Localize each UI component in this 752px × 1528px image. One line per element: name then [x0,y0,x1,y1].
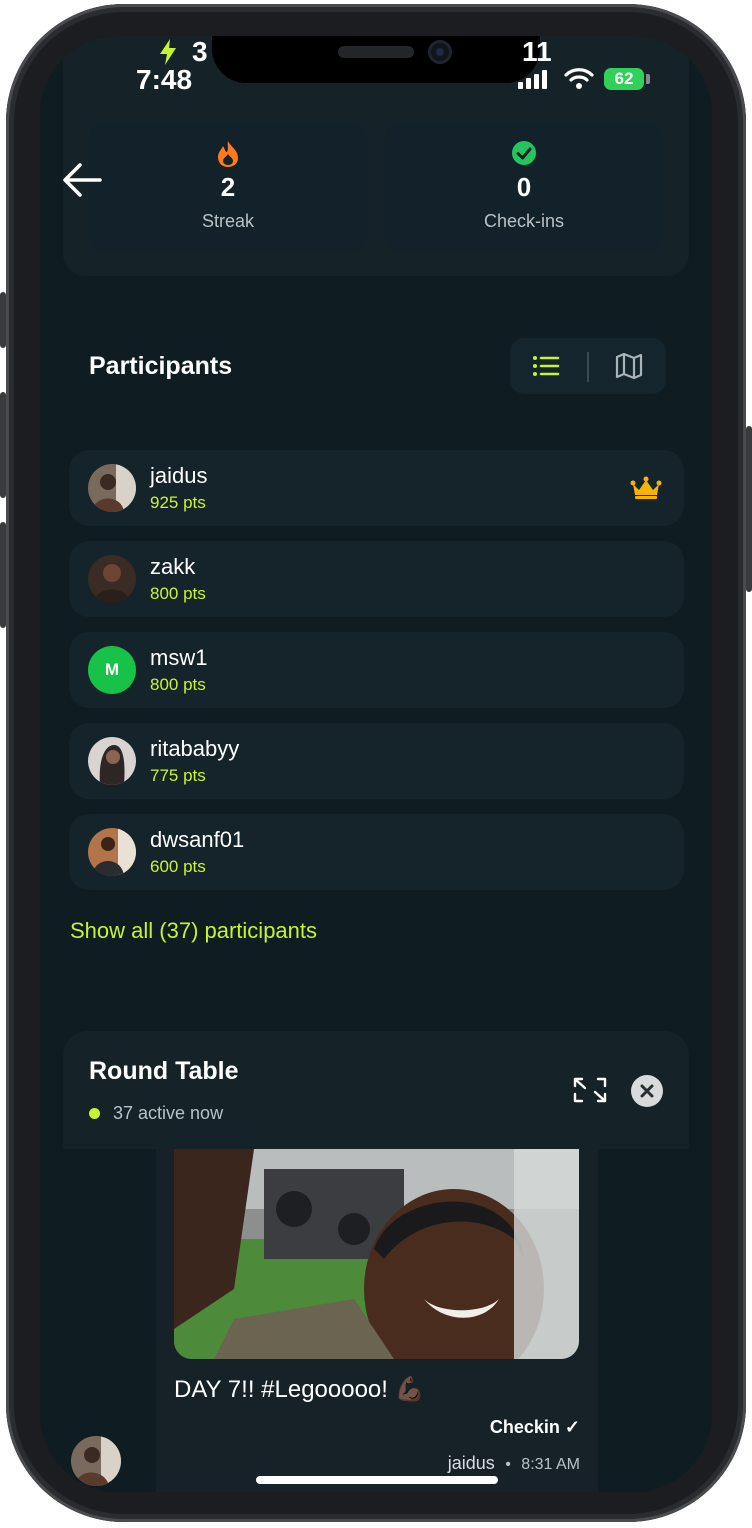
message-author[interactable]: jaidus [448,1453,495,1473]
participant-row[interactable]: M msw1 800 pts [69,632,684,708]
status-bar: 3 7:48 11 62 [40,36,712,106]
participant-points: 800 pts [150,584,206,603]
list-icon [533,356,560,376]
expand-button[interactable] [573,1077,607,1108]
message-photo[interactable] [174,1149,579,1359]
show-all-participants-link[interactable]: Show all (37) participants [70,918,317,944]
cellular-signal-icon [518,70,547,89]
map-view-button[interactable] [614,351,644,386]
participant-row[interactable]: zakk 800 pts [69,541,684,617]
streak-value: 2 [220,172,236,202]
checkins-label: Check-ins [483,211,565,231]
checkins-stat: 0 Check-ins [385,122,663,252]
message-text: DAY 7!! #Legooooo! 💪🏿 [174,1376,425,1403]
toggle-divider [587,352,589,382]
message-bubble[interactable]: DAY 7!! #Legooooo! 💪🏿 Checkin ✓ jaidus •… [156,1149,598,1492]
avatar [88,828,136,876]
meta-separator: • [505,1456,511,1473]
home-indicator [256,1476,498,1484]
participant-points: 925 pts [150,493,206,512]
close-icon [640,1084,654,1098]
round-table-feed[interactable]: DAY 7!! #Legooooo! 💪🏿 Checkin ✓ jaidus •… [63,1149,689,1492]
app-screen: 2 Streak 0 Check-ins Participants jaidus… [40,36,712,1492]
wifi-icon [564,68,594,89]
participant-name: ritababyy [150,736,240,761]
participant-name: dwsanf01 [150,827,245,852]
check-circle-icon [511,140,537,171]
volume-up-button [0,392,6,498]
participant-row[interactable]: jaidus 925 pts [69,450,684,526]
avatar [88,464,136,512]
participant-name: msw1 [150,645,208,670]
checkins-value: 0 [516,172,532,202]
participant-row[interactable]: ritababyy 775 pts [69,723,684,799]
lightning-icon [160,39,176,65]
round-table-title: Round Table [89,1057,239,1085]
participant-points: 600 pts [150,857,206,876]
back-button[interactable] [60,160,104,205]
participant-points: 775 pts [150,766,206,785]
active-dot [89,1108,100,1119]
streak-label: Streak [201,211,255,231]
avatar [88,737,136,785]
participants-title: Participants [89,352,233,380]
streak-stat: 2 Streak [89,122,367,252]
power-button [746,426,752,592]
activity-count: 3 [192,36,208,67]
checkin-tag: Checkin ✓ [489,1417,580,1437]
list-view-button[interactable] [532,352,560,385]
volume-down-button [0,522,6,628]
participant-points: 800 pts [150,675,206,694]
participant-name: zakk [150,554,196,579]
view-mode-toggle [510,338,666,394]
status-time: 7:48 [136,64,193,95]
mute-switch [0,292,6,348]
expand-icon [573,1077,607,1103]
close-button[interactable] [631,1075,663,1107]
round-table-card: Round Table 37 active now DAY 7!! #Legoo… [63,1031,689,1492]
active-count: 37 active now [113,1103,224,1123]
status-time-secondary: 11 [522,36,552,67]
crown-icon [630,476,662,505]
participant-row[interactable]: dwsanf01 600 pts [69,814,684,890]
message-meta: jaidus • 8:31 AM [448,1453,580,1474]
avatar [88,555,136,603]
arrow-left-icon [63,163,102,197]
avatar: M [88,646,136,694]
participant-name: jaidus [150,463,208,488]
message-time: 8:31 AM [521,1456,580,1473]
author-avatar[interactable] [71,1436,121,1486]
flame-icon [217,140,239,173]
battery-icon: 62 [604,68,650,90]
map-icon [615,352,643,380]
